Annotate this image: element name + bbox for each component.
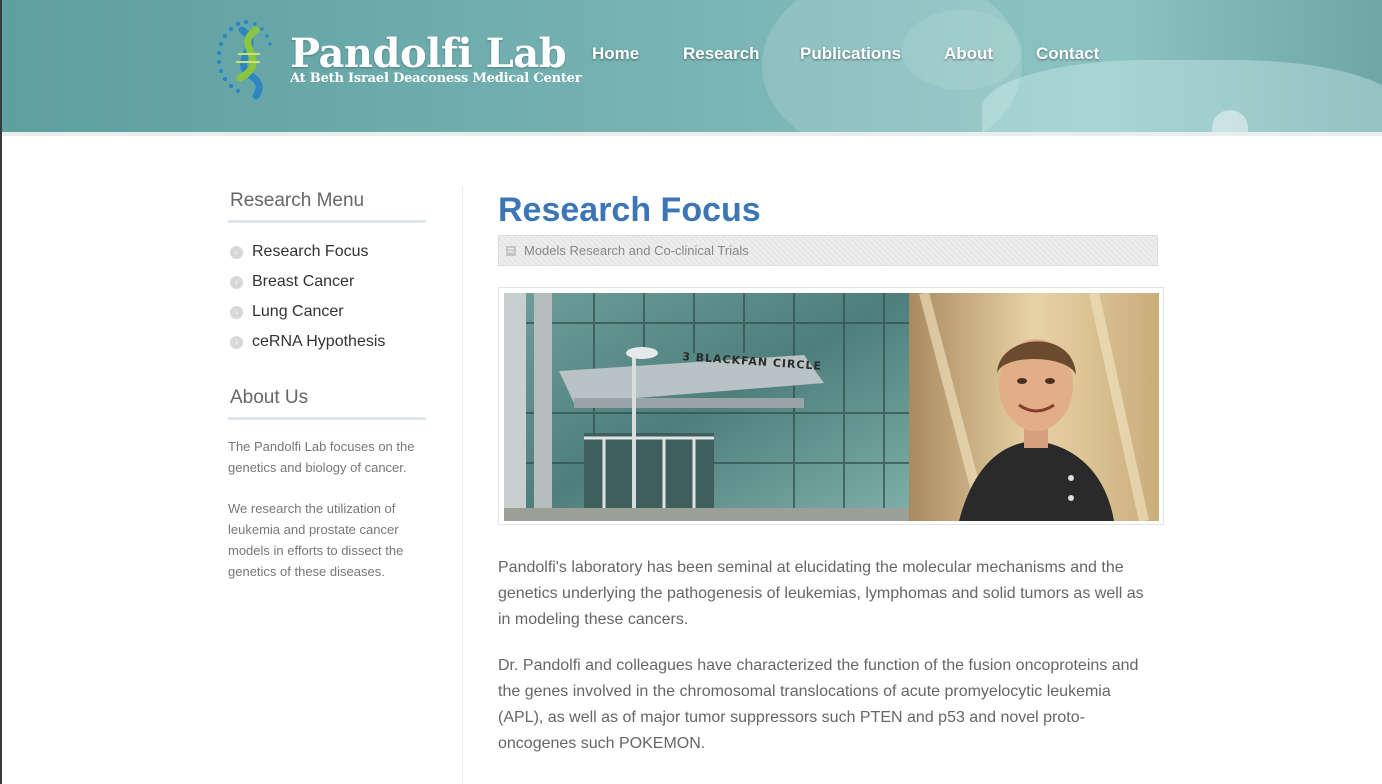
menu-item-breast-cancer[interactable]: › Breast Cancer bbox=[228, 267, 426, 297]
site-logo[interactable]: Pandolfi Lab At Beth Israel Deaconess Me… bbox=[216, 16, 582, 100]
menu-item-label[interactable]: Lung Cancer bbox=[252, 303, 344, 321]
content-paragraph-2: Dr. Pandolfi and colleagues have charact… bbox=[498, 657, 1139, 752]
breadcrumb-label: Models Research and Co-clinical Trials bbox=[524, 243, 749, 258]
nav-home[interactable]: Home bbox=[592, 44, 639, 64]
site-subtitle: At Beth Israel Deaconess Medical Center bbox=[290, 71, 582, 86]
content-paragraph-1: Pandolfi's laboratory has been seminal a… bbox=[498, 559, 1144, 628]
hero-image: 3 BLACKFAN CIRCLE bbox=[504, 293, 1159, 521]
about-us-heading: About Us bbox=[228, 387, 426, 420]
chevron-right-icon: › bbox=[230, 335, 243, 349]
nav-publications[interactable]: Publications bbox=[800, 44, 901, 64]
sidebar: Research Menu › Research Focus › Breast … bbox=[228, 190, 426, 582]
breadcrumb: Models Research and Co-clinical Trials bbox=[498, 235, 1158, 266]
about-paragraph-2: We research the utilization of leukemia … bbox=[228, 501, 404, 579]
page-title: Research Focus bbox=[498, 191, 761, 229]
chevron-right-icon: › bbox=[230, 275, 243, 289]
menu-item-label[interactable]: Research Focus bbox=[252, 243, 369, 261]
home-icon bbox=[506, 245, 516, 256]
chevron-right-icon: › bbox=[230, 245, 243, 259]
menu-item-cerna-hypothesis[interactable]: › ceRNA Hypothesis bbox=[228, 327, 426, 357]
chevron-right-icon: › bbox=[230, 305, 243, 319]
menu-item-label[interactable]: Breast Cancer bbox=[252, 273, 354, 291]
nav-contact[interactable]: Contact bbox=[1036, 44, 1099, 64]
about-paragraph-1: The Pandolfi Lab focuses on the genetics… bbox=[228, 439, 415, 475]
header-divider bbox=[2, 132, 1382, 136]
hero-image-frame: 3 BLACKFAN CIRCLE bbox=[498, 287, 1164, 525]
main-content: Research Focus Models Research and Co-cl… bbox=[498, 190, 1164, 757]
dna-helix-icon bbox=[216, 19, 272, 100]
menu-item-label[interactable]: ceRNA Hypothesis bbox=[252, 333, 385, 351]
column-divider bbox=[462, 186, 463, 784]
site-header bbox=[2, 0, 1382, 132]
nav-research[interactable]: Research bbox=[683, 44, 760, 64]
research-menu: › Research Focus › Breast Cancer › Lung … bbox=[228, 237, 426, 357]
nav-about[interactable]: About bbox=[944, 44, 993, 64]
research-menu-heading: Research Menu bbox=[228, 190, 426, 223]
site-title: Pandolfi Lab bbox=[290, 30, 567, 77]
menu-item-lung-cancer[interactable]: › Lung Cancer bbox=[228, 297, 426, 327]
menu-item-research-focus[interactable]: › Research Focus bbox=[228, 237, 426, 267]
